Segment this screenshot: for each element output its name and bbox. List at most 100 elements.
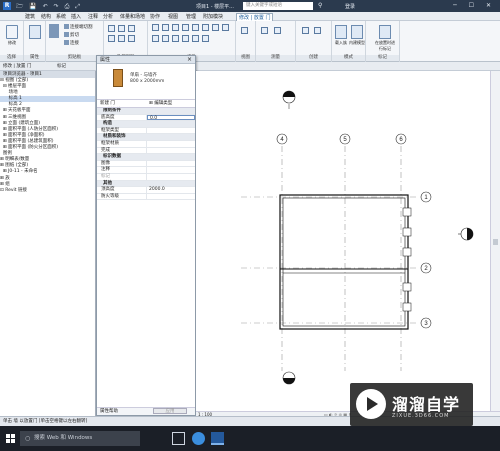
dimension-icon[interactable] [274,27,281,34]
vertical-scrollbar[interactable] [490,71,500,411]
type-selector[interactable]: 单扇 - 与墙齐 800 x 2000mm [97,64,195,100]
ribbon-tab[interactable]: 建筑 [23,13,37,21]
properties-button[interactable] [27,25,43,40]
properties-group-label: 属性 [24,55,45,61]
property-value[interactable] [147,174,195,180]
property-category[interactable]: 材质和装饰 [97,134,195,141]
login-button[interactable]: 登录 [345,3,355,10]
search-icon[interactable]: ⚲ [318,2,322,9]
property-row[interactable]: 框架材质 [97,140,195,148]
split-icon[interactable] [192,24,199,31]
walls[interactable] [279,194,409,330]
property-value[interactable] [147,194,195,200]
create-icon[interactable] [302,27,309,34]
scroll-thumb[interactable] [493,239,498,245]
join-button[interactable]: 连接 [64,40,79,46]
paste-button[interactable] [49,24,60,38]
floor-plan-drawing: 4 5 6 1 2 3 [241,90,474,385]
tag-on-place-button[interactable]: 在放置时进行标记 [374,25,396,52]
ribbon-tab[interactable]: 结构 [39,13,53,21]
rotate-icon[interactable] [172,24,179,31]
instance-filter[interactable]: 新建 门 ⊞ 编辑类型 [97,100,195,108]
scale-icon[interactable] [222,24,229,31]
door-openings[interactable] [402,207,412,312]
ribbon-tab[interactable]: 管理 [184,13,198,21]
elevation-marker-south[interactable] [282,371,296,385]
align-icon[interactable] [212,24,219,31]
property-value[interactable] [147,148,195,154]
apply-button[interactable]: 应用 [153,408,187,414]
property-row[interactable]: 图像 [97,160,195,168]
taskbar-search-input[interactable]: 搜索 Web 和 Windows [20,431,140,446]
create-icon[interactable] [314,27,321,34]
unpin-icon[interactable] [192,35,199,42]
property-value[interactable] [147,161,195,167]
tag-group-label: 标记 [366,55,399,61]
window-controls[interactable]: ─ ☐ ✕ [453,2,496,9]
property-row[interactable]: 防火等级 [97,193,195,201]
geometry-tool-icon[interactable] [108,25,115,32]
move-icon[interactable] [152,24,159,31]
geometry-tool-icon[interactable] [128,25,135,32]
inplace-model-button[interactable]: 内建模型 [349,25,365,46]
microphone-icon[interactable]: ○ [25,435,30,442]
task-view-icon[interactable] [172,432,185,445]
property-category[interactable]: 标识数据 [97,154,195,161]
properties-icon [29,25,41,39]
property-row[interactable]: 标记 [97,173,195,181]
geometry-tool-icon[interactable] [118,35,125,42]
drawing-canvas[interactable]: 4 5 6 1 2 3 [196,71,490,411]
property-value[interactable]: 2000.0 [147,187,195,193]
ribbon-tab[interactable]: 插入 [69,13,83,21]
property-row[interactable]: 注释 [97,167,195,174]
trim-icon[interactable] [182,24,189,31]
property-category[interactable]: 构造 [97,121,195,128]
ribbon-tab[interactable]: 视图 [166,13,180,21]
ribbon-tab[interactable]: 修改 | 放置 门 [236,13,274,21]
property-value[interactable] [147,167,195,173]
load-family-button[interactable]: 载入族 [333,25,349,46]
windows-start-icon[interactable] [6,434,15,443]
copy-icon[interactable] [162,24,169,31]
project-browser: 项目浏览器 - 项目1 ⊟ 视图 (全部) ⊟ 楼层平面 场地 标高 1 标高 … [0,71,96,416]
ribbon-tab[interactable]: 分析 [101,13,115,21]
cope-button[interactable]: 连接端切割 [64,24,93,30]
ribbon-tab[interactable]: 协作 [148,13,162,21]
property-value[interactable] [147,128,195,134]
offset-icon[interactable] [202,24,209,31]
modify-button[interactable]: 修改 [4,25,20,46]
geometry-tool-icon[interactable] [118,25,125,32]
help-search-input[interactable]: 键入关键字或短语 [243,2,313,10]
elevation-marker-east[interactable] [458,227,474,241]
tree-item[interactable]: ⊡ Revit 链接 [0,188,95,194]
pin-icon[interactable] [182,35,189,42]
ribbon-tab[interactable]: 系统 [54,13,68,21]
property-row[interactable]: 顶高度 2000.0 [97,187,195,194]
ribbon-tab[interactable]: 注释 [86,13,100,21]
geometry-tool-icon[interactable] [108,35,115,42]
property-category[interactable]: 限制条件 [97,108,195,115]
browser-icon[interactable] [192,432,205,445]
windows-taskbar: 搜索 Web 和 Windows ○ [0,426,500,451]
property-value[interactable] [147,141,195,147]
view-tool-icon[interactable] [241,27,248,34]
quick-access-toolbar[interactable]: 🗁 💾 ↶ ↷ ⎙ ⤢ [16,2,82,12]
array-icon[interactable] [162,35,169,42]
revit-app-icon[interactable]: R [3,2,11,10]
cut-button[interactable]: 剪切 [64,32,79,38]
elevation-marker-north[interactable] [282,90,296,109]
mirror-icon[interactable] [152,35,159,42]
close-icon[interactable]: × [187,56,192,63]
edit-type-button[interactable]: ⊞ 编辑类型 [149,101,172,107]
ribbon-tab[interactable]: 体量和场地 [118,13,147,21]
ribbon-tab[interactable]: 附加模块 [201,13,225,21]
tag-checkbox[interactable]: 标记 [57,63,66,69]
measure-icon[interactable] [261,27,268,34]
mirror-axis-icon[interactable] [172,35,179,42]
revit-taskbar-icon[interactable] [211,432,224,445]
select-group-label: 选择 [0,55,23,61]
property-value[interactable]: 0.0 [147,114,195,121]
delete-icon[interactable] [202,35,209,42]
inplace-model-icon [351,25,363,39]
geometry-tool-icon[interactable] [128,35,135,42]
